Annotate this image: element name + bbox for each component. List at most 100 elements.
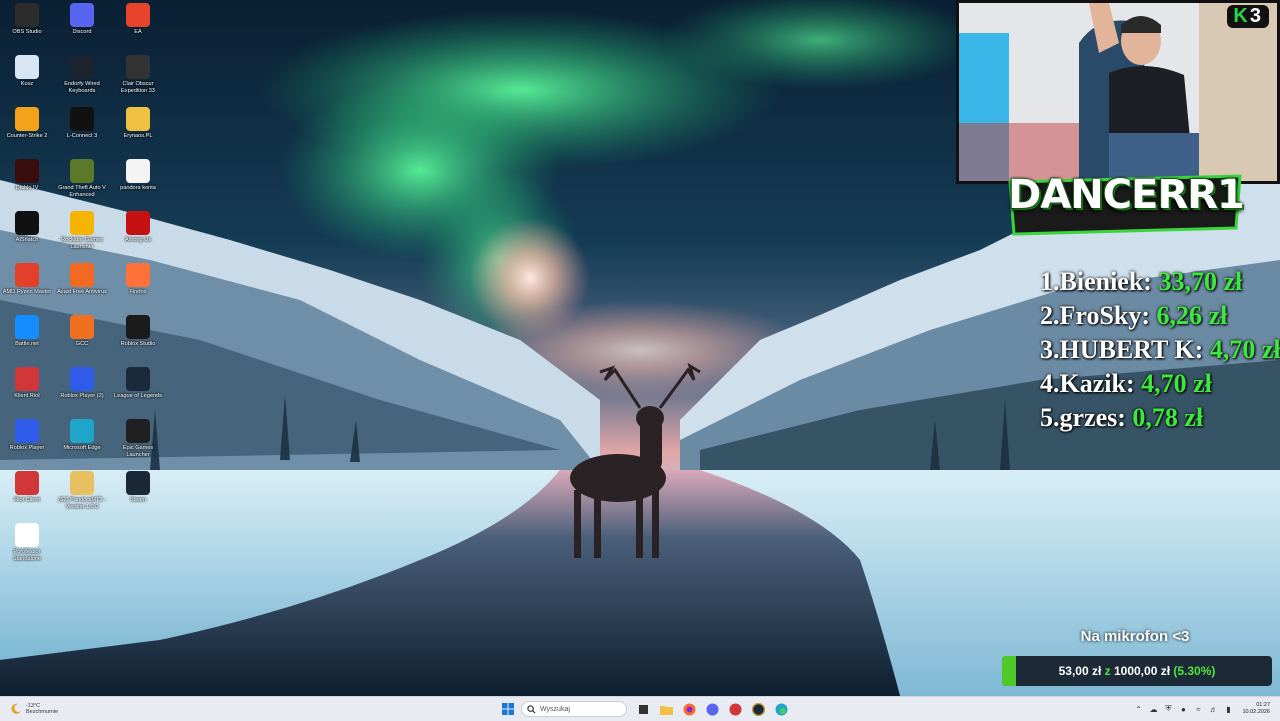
desktop-icon[interactable]: Clair Obscur Expedition 33	[111, 52, 165, 102]
firefox-icon	[126, 263, 150, 287]
desktop-icon[interactable]: OBS Studio	[0, 0, 54, 50]
desktop-icon-label: Erynaos.PL	[123, 133, 153, 139]
desktop-icon[interactable]: Steam	[111, 468, 165, 518]
pandora-icon	[70, 471, 94, 495]
leaderboard-amount: 33,70 zł	[1158, 267, 1243, 296]
taskbar-league[interactable]	[748, 699, 768, 719]
desktop-icon-label: Riot Client	[14, 497, 40, 503]
battery-icon[interactable]: ▮	[1222, 703, 1234, 715]
gcc-icon	[70, 315, 94, 339]
task-view-icon	[638, 704, 648, 714]
obs-icon	[15, 3, 39, 27]
desktop-icon-label: Discord	[72, 29, 92, 35]
desktop-icon[interactable]: Counter-Strike 2	[0, 104, 54, 154]
taskbar-edge[interactable]	[771, 699, 791, 719]
rockstar-icon	[70, 211, 94, 235]
windows-logo-icon	[502, 703, 514, 715]
leaderboard-amount: 0,78 zł	[1132, 403, 1204, 432]
desktop-icon-label: Grand Theft Auto V Enhanced	[58, 185, 106, 198]
desktop-icon[interactable]: Porofessor Standalone	[0, 520, 54, 570]
desktop-icon[interactable]: (S2) PandoraMT2 - Version 1.0.0	[55, 468, 109, 518]
l-connect-icon	[70, 107, 94, 131]
desktop-icon[interactable]: pandora konta	[111, 156, 165, 206]
weather-desc: Bezchmurnie	[26, 709, 59, 715]
wifi-icon[interactable]: ≈	[1192, 703, 1204, 715]
desktop-icon-label: Roblox Player	[9, 445, 45, 451]
text-file-icon	[126, 159, 150, 183]
desktop-icon[interactable]: AMD Ryzen Master	[0, 260, 54, 310]
desktop-icon[interactable]: Epic Games Launcher	[111, 416, 165, 466]
desktop-icon-label: Clair Obscur Expedition 33	[121, 81, 155, 94]
desktop-icon[interactable]: Kosz	[0, 52, 54, 102]
desktop-icon[interactable]: AISnatch	[0, 208, 54, 258]
battlenet-icon	[15, 315, 39, 339]
desktop-icon-label: EA	[134, 29, 142, 35]
leaderboard-row: 2.FroSky: 6,26 zł	[1040, 299, 1280, 333]
desktop-icon[interactable]: Roblox Studio	[111, 312, 165, 362]
leaderboard-name: FroSky:	[1059, 301, 1151, 330]
desktop-icon-label: Porofessor Standalone	[12, 549, 42, 562]
desktop-icon[interactable]: Firefox	[111, 260, 165, 310]
clock-date: 10.02.2026	[1242, 709, 1270, 715]
desktop-icon-label: OBS Studio	[12, 29, 42, 35]
task-view-button[interactable]	[633, 699, 653, 719]
desktop-icon[interactable]: GCC	[55, 312, 109, 362]
network-tray-icon[interactable]: ☁	[1147, 703, 1159, 715]
weather-widget[interactable]: -13°C Bezchmurnie	[10, 700, 58, 718]
desktop-icon[interactable]: Microsoft Edge	[55, 416, 109, 466]
leaderboard-amount: 4,70 zł	[1209, 335, 1280, 364]
goal-percent: (5.30%)	[1173, 664, 1216, 678]
edge-icon	[70, 419, 94, 443]
chevron-up-icon[interactable]: ⌃	[1132, 703, 1144, 715]
taskbar-firefox[interactable]	[679, 699, 699, 719]
desktop-icon[interactable]: Endorfy Wired Keyboards	[55, 52, 109, 102]
taskbar-search-box[interactable]: Wyszukaj	[521, 701, 627, 717]
desktop-icon-label: GCC	[75, 341, 89, 347]
desktop-icon-label: Rockstar Games Launcher	[61, 237, 103, 250]
desktop-icon[interactable]: Grand Theft Auto V Enhanced	[55, 156, 109, 206]
folder-icon	[126, 107, 150, 131]
epic-games-icon	[126, 419, 150, 443]
microphone-tray-icon[interactable]: ●	[1177, 703, 1189, 715]
k3-badge: K3	[1227, 5, 1269, 28]
speaker-icon[interactable]: ♬	[1207, 703, 1219, 715]
desktop-icon[interactable]: EA	[111, 0, 165, 50]
goal-amount-text: 53,00 zł z 1000,00 zł (5.30%)	[1002, 656, 1272, 686]
roblox-icon	[15, 419, 39, 443]
leaderboard-rank: 3.	[1040, 335, 1060, 364]
desktop-icon[interactable]: Discord	[55, 0, 109, 50]
roblox-icon	[70, 367, 94, 391]
desktop-icon-label: AISnatch	[15, 237, 39, 243]
desktop-icon[interactable]: League of Legends	[111, 364, 165, 414]
streamer-name: DANCERR1	[1008, 172, 1245, 218]
taskbar-explorer[interactable]	[656, 699, 676, 719]
desktop-icon[interactable]: Erynaos.PL	[111, 104, 165, 154]
desktop-icon[interactable]: Diablo IV	[0, 156, 54, 206]
shield-tray-icon[interactable]: ⛨	[1162, 703, 1174, 715]
streamer-logo: DANCERR1	[1000, 168, 1250, 240]
taskbar-riot[interactable]	[725, 699, 745, 719]
start-button[interactable]	[498, 699, 518, 719]
desktop-icon[interactable]: Klient Riot	[0, 364, 54, 414]
desktop-icon-label: League of Legends	[114, 393, 162, 399]
desktop-icon-label: Battle.net	[15, 341, 39, 347]
desktop-icon[interactable]: Roblox Player	[0, 416, 54, 466]
desktop-icon[interactable]: Roblox Player (2)	[55, 364, 109, 414]
desktop-icon-label: AMD Ryzen Master	[2, 289, 52, 295]
goal-current: 53,00 zł	[1058, 664, 1102, 678]
leaderboard-name: HUBERT K:	[1059, 335, 1204, 364]
folder-icon	[659, 705, 673, 715]
desktop-icon[interactable]: Riot Client	[0, 468, 54, 518]
counter-strike-icon	[15, 107, 39, 131]
taskbar-clock[interactable]: 01:27 10.02.2026	[1242, 702, 1270, 716]
leaderboard-amount: 6,26 zł	[1156, 301, 1228, 330]
aisnatch-icon	[15, 211, 39, 235]
desktop-icon[interactable]: Avast Free Antivirus	[55, 260, 109, 310]
taskbar-discord[interactable]	[702, 699, 722, 719]
desktop-icon[interactable]: Battle.net	[0, 312, 54, 362]
desktop-icon[interactable]: Among Us	[111, 208, 165, 258]
taskbar-center: Wyszukaj	[498, 699, 794, 719]
desktop-icon[interactable]: Rockstar Games Launcher	[55, 208, 109, 258]
goal-target: 1000,00 zł	[1113, 664, 1171, 678]
desktop-icon[interactable]: L-Connect 3	[55, 104, 109, 154]
